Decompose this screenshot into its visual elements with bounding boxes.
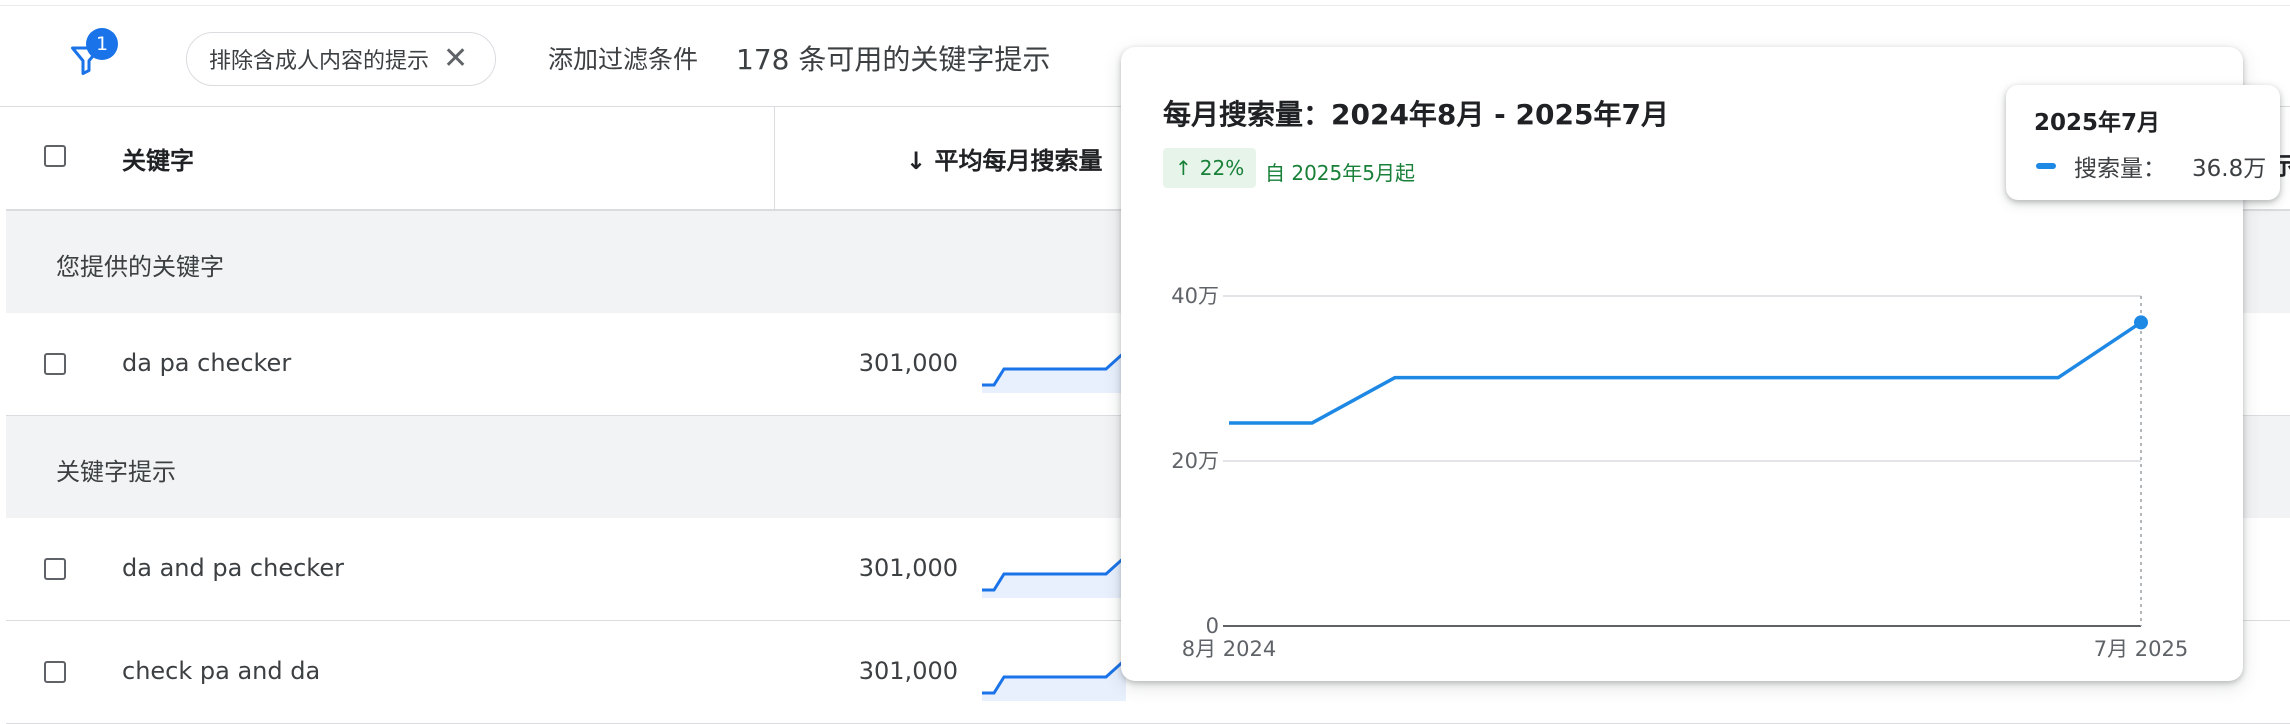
volume-cell: 301,000 <box>858 554 958 582</box>
chart-tooltip: 2025年7月 搜索量： 36.8万 <box>2006 85 2280 200</box>
series-swatch-icon <box>2036 163 2056 169</box>
row-checkbox[interactable] <box>44 558 66 580</box>
close-icon[interactable]: ✕ <box>443 44 468 74</box>
column-header-avg-monthly-searches[interactable]: ↓ 平均每月搜索量 <box>906 141 1102 176</box>
column-header-avg-label: 平均每月搜索量 <box>934 147 1103 175</box>
volume-cell: 301,000 <box>858 657 958 685</box>
tooltip-value: 36.8万 <box>2192 156 2267 182</box>
filter-count-badge: 1 <box>86 28 118 60</box>
volume-cell: 301,000 <box>858 349 958 377</box>
x-tick-label: 8月 2024 <box>1182 637 1276 661</box>
y-tick-label: 40万 <box>1171 284 1219 308</box>
filter-chip-adult-content[interactable]: 排除含成人内容的提示 ✕ <box>186 32 496 86</box>
keyword-cell: check pa and da <box>122 657 321 685</box>
monthly-searches-chart[interactable]: 0 20万 40万 8月 2024 7月 2025 <box>1121 207 2243 667</box>
group-label-provided: 您提供的关键字 <box>56 253 224 281</box>
sort-arrow-down-icon: ↓ <box>906 147 927 175</box>
trend-sparkline[interactable] <box>976 353 1126 393</box>
group-label-suggestions: 关键字提示 <box>56 458 176 486</box>
arrow-up-icon: ↑ <box>1175 156 1192 180</box>
trend-sparkline[interactable] <box>976 558 1126 598</box>
trend-change-value: 22% <box>1199 156 1245 180</box>
available-suggestions-count: 178 条可用的关键字提示 <box>736 43 1051 76</box>
tooltip-title: 2025年7月 <box>2034 110 2161 136</box>
trend-since-label: 自 2025年5月起 <box>1265 161 1415 185</box>
row-checkbox[interactable] <box>44 661 66 683</box>
column-header-keyword[interactable]: 关键字 <box>122 141 194 176</box>
data-point <box>2134 315 2148 330</box>
y-tick-label: 0 <box>1206 614 1219 638</box>
series-line <box>1229 320 2142 425</box>
x-tick-label: 7月 2025 <box>2094 637 2188 661</box>
keyword-cell: da pa checker <box>122 349 292 377</box>
row-checkbox[interactable] <box>44 353 66 375</box>
trend-sparkline[interactable] <box>976 661 1126 701</box>
select-all-checkbox[interactable] <box>44 145 66 167</box>
popup-title: 每月搜索量：2024年8月 - 2025年7月 <box>1163 98 1669 131</box>
y-tick-label: 20万 <box>1171 449 1219 473</box>
keyword-cell: da and pa checker <box>122 554 344 582</box>
add-filter-button[interactable]: 添加过滤条件 <box>548 40 698 76</box>
tooltip-label: 搜索量： <box>2074 156 2166 182</box>
trend-change-badge: ↑ 22% <box>1163 148 1257 188</box>
filter-chip-label: 排除含成人内容的提示 <box>209 49 430 74</box>
